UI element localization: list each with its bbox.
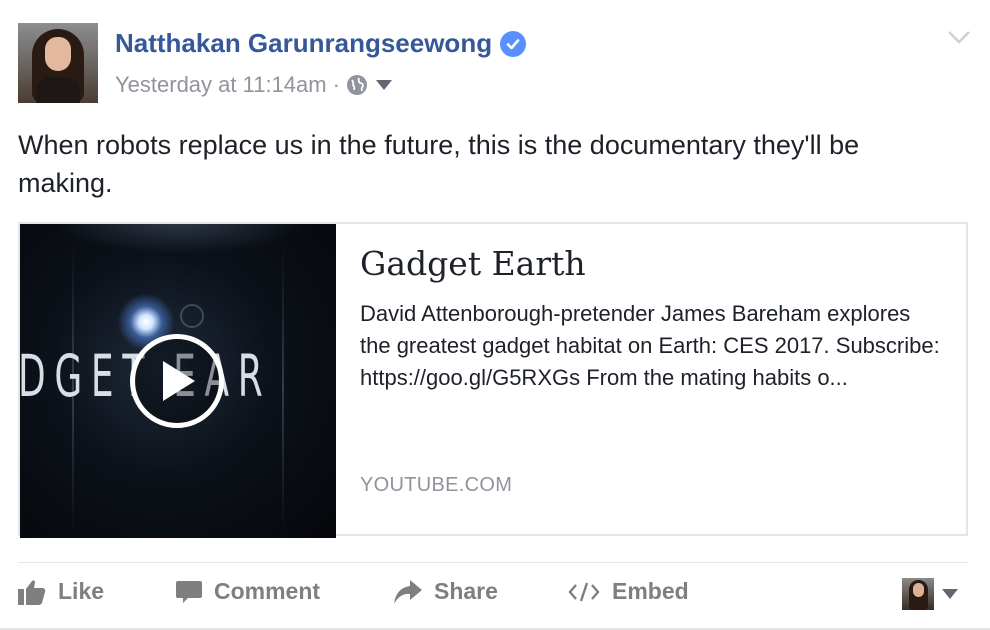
post-options-chevron-down-icon[interactable] bbox=[948, 30, 970, 44]
play-icon bbox=[163, 361, 195, 401]
share-label: Share bbox=[434, 578, 498, 604]
comment-label: Comment bbox=[214, 578, 321, 604]
like-label: Like bbox=[58, 578, 105, 604]
post-actions-bar: Like Comment Share Embed bbox=[18, 578, 968, 618]
author-name-link[interactable]: Natthakan Garunrangseewong bbox=[115, 28, 492, 59]
link-card-domain: YOUTUBE.COM bbox=[360, 474, 513, 496]
speech-bubble-icon bbox=[176, 580, 202, 603]
viewer-avatar bbox=[902, 578, 934, 610]
globe-icon[interactable] bbox=[346, 74, 368, 96]
thumbnail-line bbox=[282, 244, 284, 534]
post-message-line-2: making. bbox=[18, 168, 113, 198]
play-button[interactable] bbox=[130, 334, 224, 428]
share-arrow-icon bbox=[394, 579, 422, 604]
verified-badge-icon bbox=[500, 30, 527, 57]
avatar-face bbox=[45, 37, 71, 71]
author-avatar[interactable] bbox=[18, 23, 98, 103]
link-card-description: David Attenborough-pretender James Bareh… bbox=[360, 301, 940, 390]
caret-down-icon bbox=[942, 589, 958, 599]
audience-caret-down-icon[interactable] bbox=[375, 80, 392, 90]
post-as-selector[interactable] bbox=[902, 578, 958, 610]
share-button[interactable]: Share bbox=[394, 578, 498, 605]
avatar-body bbox=[36, 77, 80, 103]
link-preview-card[interactable]: DGET EAR Gadget Earth David Attenborough… bbox=[18, 222, 968, 538]
viewer-avatar-face bbox=[913, 583, 924, 597]
comment-button[interactable]: Comment bbox=[176, 578, 320, 605]
actions-divider bbox=[18, 562, 968, 563]
video-thumbnail[interactable]: DGET EAR bbox=[20, 224, 336, 538]
link-card-info: Gadget Earth David Attenborough-pretende… bbox=[360, 242, 940, 394]
post-message-line-1: When robots replace us in the future, th… bbox=[18, 130, 860, 160]
thumbnail-lens-ring bbox=[180, 304, 204, 328]
meta-separator: · bbox=[332, 72, 340, 97]
author-row: Natthakan Garunrangseewong bbox=[115, 28, 527, 59]
like-button[interactable]: Like bbox=[18, 578, 104, 605]
thumbs-up-icon bbox=[18, 579, 46, 605]
post-timestamp-link[interactable]: Yesterday at 11:14am bbox=[115, 72, 327, 98]
post-card: Natthakan Garunrangseewong Yesterday at … bbox=[0, 0, 990, 630]
embed-button[interactable]: Embed bbox=[568, 578, 689, 605]
thumbnail-glow bbox=[50, 224, 310, 254]
link-card-title[interactable]: Gadget Earth bbox=[360, 242, 940, 286]
post-message: When robots replace us in the future, th… bbox=[18, 126, 918, 202]
code-brackets-icon bbox=[568, 582, 600, 601]
post-meta: Yesterday at 11:14am · bbox=[115, 72, 392, 98]
embed-label: Embed bbox=[612, 578, 689, 604]
